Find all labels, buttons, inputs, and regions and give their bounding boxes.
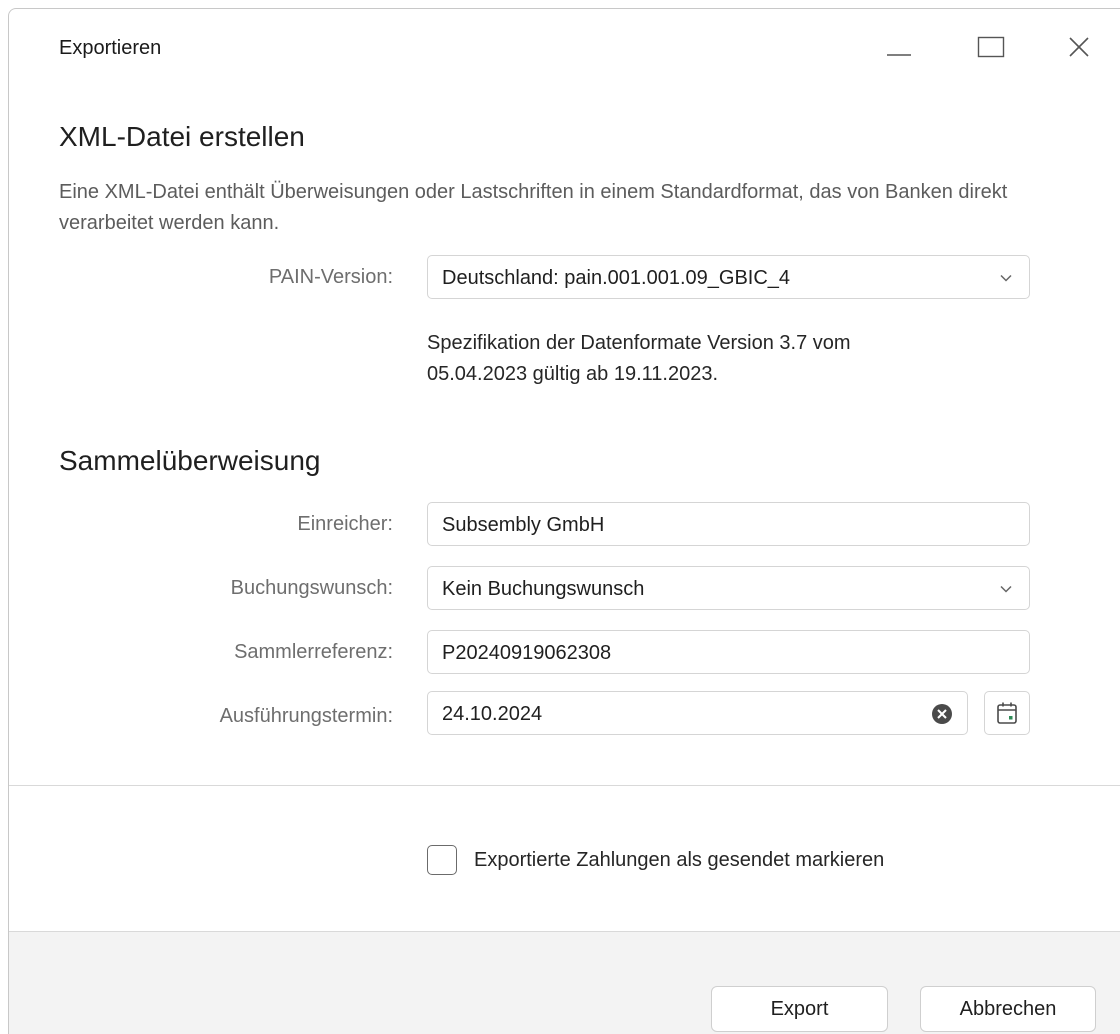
buchungswunsch-label: Buchungswunsch: [230, 577, 393, 599]
mark-sent-label: Exportierte Zahlungen als gesendet marki… [474, 848, 885, 871]
close-icon [1069, 37, 1089, 57]
maximize-icon [977, 36, 1005, 58]
clear-circle-icon[interactable] [931, 703, 953, 725]
window-title: Exportieren [59, 37, 162, 59]
sammlerreferenz-label: Sammlerreferenz: [234, 641, 393, 663]
xml-description: Eine XML-Datei enthält Überweisungen ode… [59, 181, 1008, 234]
title-bar: Exportieren [9, 9, 1120, 85]
buchungswunsch-select[interactable]: Kein Buchungswunsch [427, 566, 1030, 610]
chevron-down-icon [1000, 274, 1012, 282]
dialog-footer: Export Abbrechen [9, 931, 1120, 1034]
section-heading-sammel: Sammelüberweisung [59, 445, 321, 476]
section-divider [9, 785, 1120, 786]
spec-line-2: 05.04.2023 gültig ab 19.11.2023. [427, 363, 718, 385]
cancel-button[interactable]: Abbrechen [920, 986, 1096, 1032]
section-heading-xml: XML-Datei erstellen [59, 121, 305, 152]
pain-version-select[interactable]: Deutschland: pain.001.001.09_GBIC_4 [427, 255, 1030, 299]
calendar-icon [997, 702, 1017, 724]
einreicher-label: Einreicher: [297, 513, 393, 535]
sammlerreferenz-value: P20240919062308 [442, 642, 612, 664]
export-button[interactable]: Export [711, 986, 888, 1032]
pain-version-value: Deutschland: pain.001.001.09_GBIC_4 [442, 267, 791, 289]
ausfuehrungstermin-input[interactable]: 24.10.2024 [427, 691, 968, 735]
minimize-icon [887, 54, 911, 56]
buchungswunsch-value: Kein Buchungswunsch [442, 578, 645, 600]
pain-version-label: PAIN-Version: [268, 266, 393, 288]
calendar-button[interactable] [984, 691, 1030, 735]
ausfuehrungstermin-label: Ausführungstermin: [219, 705, 393, 727]
mark-sent-checkbox[interactable] [427, 845, 457, 875]
chevron-down-icon [1000, 585, 1012, 593]
einreicher-value: Subsembly GmbH [442, 514, 605, 536]
spec-line-1: Spezifikation der Datenformate Version 3… [427, 332, 851, 354]
mark-sent-option[interactable]: Exportierte Zahlungen als gesendet marki… [427, 845, 884, 875]
spec-info: Spezifikation der Datenformate Version 3… [427, 328, 987, 390]
einreicher-input[interactable]: Subsembly GmbH [427, 502, 1030, 546]
close-button[interactable] [1049, 27, 1109, 67]
sammlerreferenz-input[interactable]: P20240919062308 [427, 630, 1030, 674]
export-dialog: Exportieren XML-Datei erstellen Eine XML… [8, 8, 1120, 1034]
ausfuehrungstermin-value: 24.10.2024 [442, 703, 543, 725]
minimize-button[interactable] [869, 27, 929, 67]
maximize-button[interactable] [961, 27, 1021, 67]
